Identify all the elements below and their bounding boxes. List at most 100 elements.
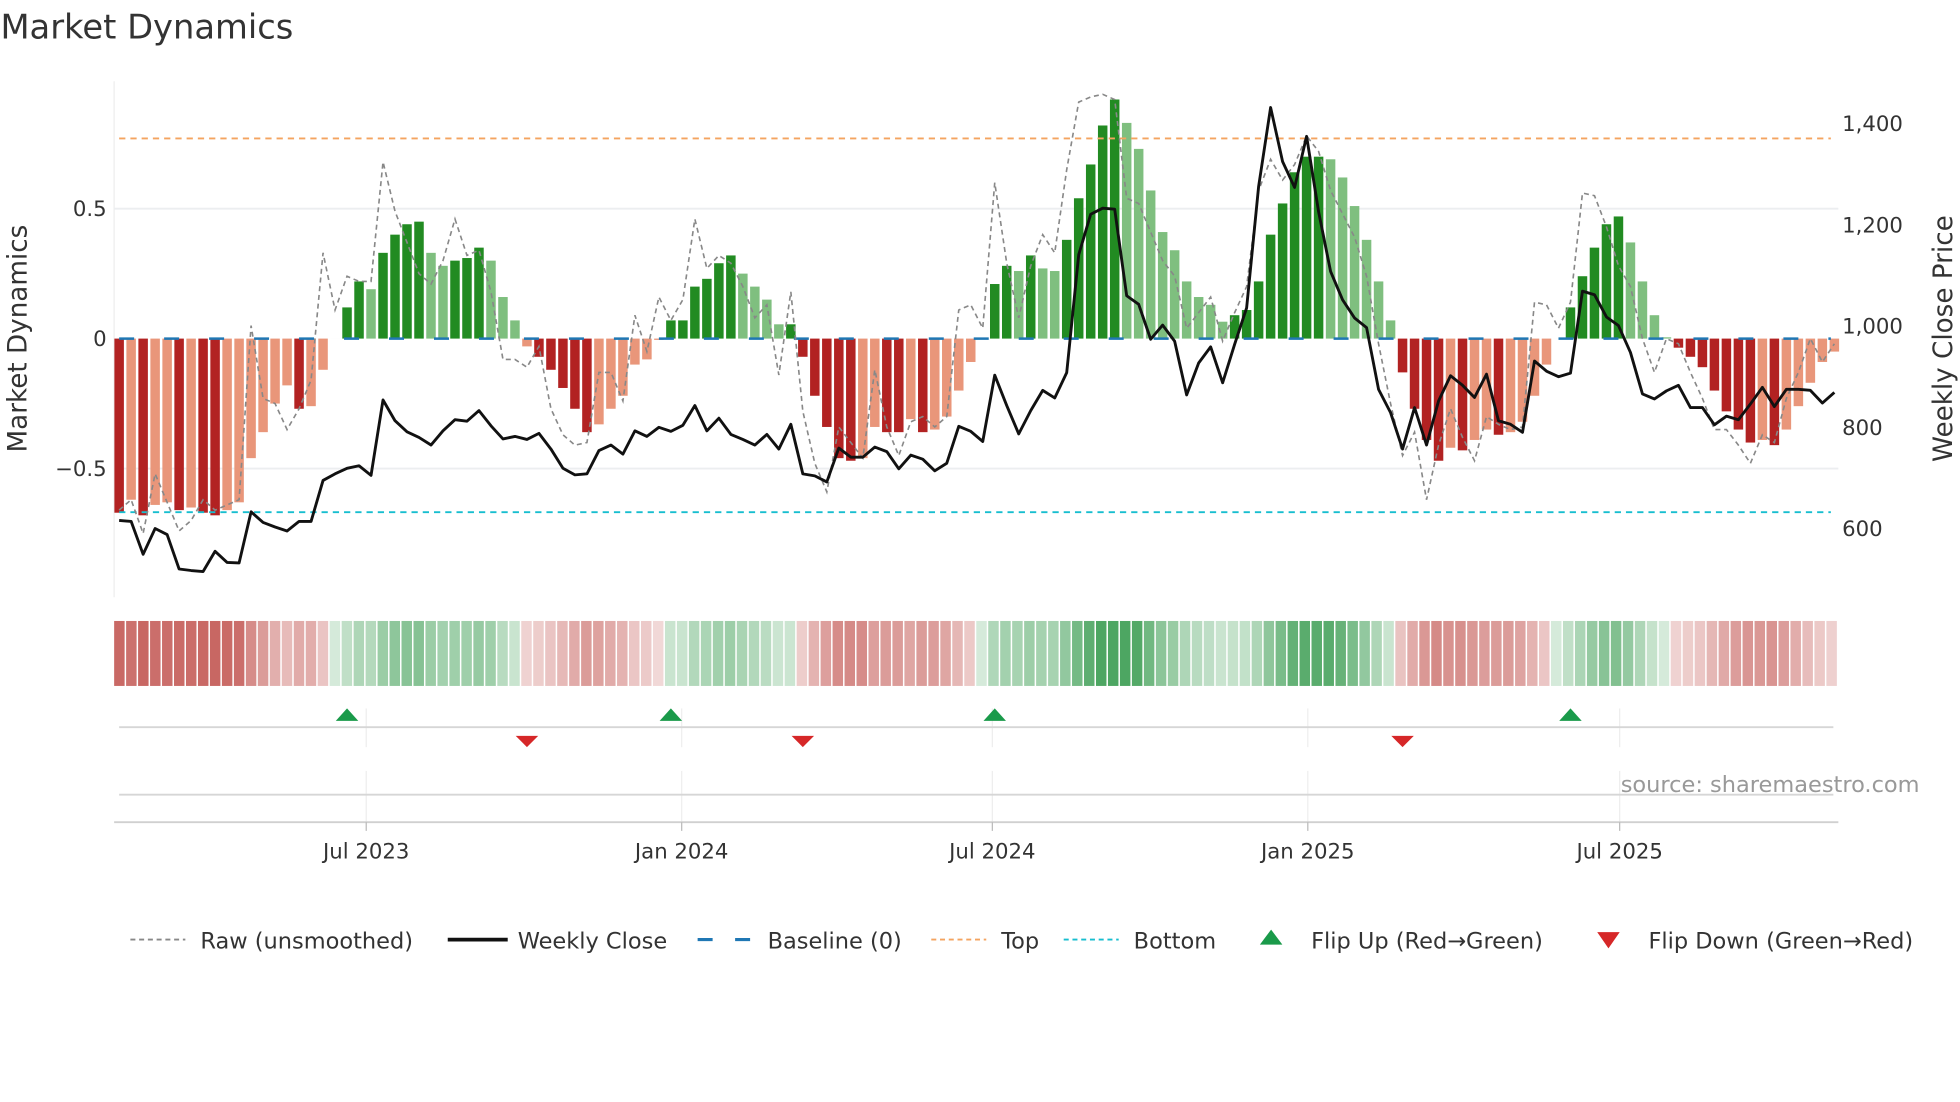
bar <box>186 338 196 508</box>
bar <box>630 338 640 365</box>
strip-cell <box>1491 620 1502 686</box>
bar <box>942 338 952 417</box>
bar <box>414 221 424 339</box>
bar <box>486 260 496 339</box>
strip-cell <box>868 620 879 686</box>
strip-cell <box>1658 620 1670 686</box>
strip-cell <box>1299 620 1311 686</box>
strip-cell <box>1455 620 1466 686</box>
strip-cell <box>1682 620 1694 686</box>
strip-cell <box>1191 620 1203 686</box>
strip-cell <box>1383 620 1394 686</box>
strip-cell <box>162 620 173 686</box>
strip-cell <box>353 620 365 686</box>
strip-cell <box>269 620 281 686</box>
bar <box>1049 271 1060 339</box>
strip-cell <box>1359 620 1370 686</box>
bar <box>810 338 820 396</box>
strip-cell <box>1060 620 1071 686</box>
flip-up-marker <box>335 708 359 721</box>
bar <box>1457 338 1468 451</box>
strip-cell <box>617 620 628 686</box>
strip-cell <box>952 620 963 686</box>
bar <box>1505 338 1516 433</box>
strip-cell <box>1778 620 1789 686</box>
bar <box>426 252 436 339</box>
strip-cell <box>245 620 257 686</box>
bar <box>1565 307 1576 339</box>
y2-tick-label: 800 <box>1842 416 1883 441</box>
strip-cell <box>1550 620 1562 686</box>
strip-cell <box>1036 620 1047 686</box>
strip-cell <box>126 620 137 686</box>
bar <box>174 338 184 511</box>
strip-cell <box>629 620 640 686</box>
bar <box>438 265 448 339</box>
bar <box>1181 281 1192 339</box>
bar <box>702 278 712 339</box>
strip-cell <box>808 620 820 686</box>
bar <box>354 281 364 339</box>
bar <box>570 338 580 409</box>
bar <box>1301 156 1312 339</box>
strip-cell <box>377 620 389 686</box>
strip-cell <box>593 620 604 686</box>
strip-cell <box>1095 620 1107 686</box>
bar <box>1769 338 1780 446</box>
strip-cell <box>329 620 341 686</box>
market-dynamics-chart: Market Dynamics Market Dynamics Weekly C… <box>0 8 1959 955</box>
bar <box>138 338 148 516</box>
bar <box>510 320 520 339</box>
strip-cell <box>1131 620 1143 686</box>
strip-cell <box>1347 620 1358 686</box>
strip-cell <box>174 620 185 686</box>
strip-cell <box>1395 620 1406 686</box>
strip-cell <box>1419 620 1430 686</box>
bar <box>1289 172 1300 339</box>
bar <box>1613 216 1624 339</box>
strip-cell <box>1179 620 1191 686</box>
strip-cell <box>413 620 424 686</box>
strip-cell <box>257 620 269 686</box>
bar <box>834 338 844 459</box>
bar <box>1337 177 1348 339</box>
bar <box>1145 190 1156 339</box>
strip-cell <box>1287 620 1299 686</box>
bar <box>1385 320 1396 339</box>
strip-cell <box>1371 620 1382 686</box>
strip-cell <box>1251 620 1263 686</box>
strip-cell <box>509 620 520 686</box>
bar <box>558 338 568 388</box>
bar <box>1397 338 1408 373</box>
strip-cell <box>545 620 556 686</box>
bar <box>1061 239 1072 339</box>
bar <box>462 258 472 339</box>
strip-cell <box>760 620 772 686</box>
bar <box>1421 338 1432 440</box>
x-tick-label: Jan 2024 <box>633 839 729 864</box>
strip-cell <box>197 620 209 686</box>
strip-cell <box>724 620 736 686</box>
y2-tick-label: 1,000 <box>1842 315 1903 340</box>
strip-cell <box>497 620 508 686</box>
strip-cell <box>521 620 532 686</box>
bar <box>750 286 760 339</box>
strip-cell <box>401 620 412 686</box>
strip-cell <box>676 620 688 686</box>
strip-cell <box>772 620 784 686</box>
x-tick-label: Jul 2025 <box>1574 839 1662 864</box>
bar <box>822 338 832 427</box>
strip-cell <box>1084 620 1095 686</box>
bar <box>1157 232 1168 339</box>
strip-cell <box>1227 620 1239 686</box>
bar <box>210 338 220 516</box>
bar <box>1037 268 1048 339</box>
strip-cell <box>1024 620 1035 686</box>
legend-label: Flip Up (Red→Green) <box>1311 928 1543 954</box>
strip-cell <box>880 620 891 686</box>
strip-cell <box>1574 620 1586 686</box>
axis-ticks: 0.5 0 −0.5 1,400 1,200 1,000 800 600 Jul 2023 Jan… <box>55 112 1903 864</box>
strip-cell <box>1562 620 1574 686</box>
flip-down-marker <box>515 735 539 748</box>
strip-cell <box>305 620 317 686</box>
